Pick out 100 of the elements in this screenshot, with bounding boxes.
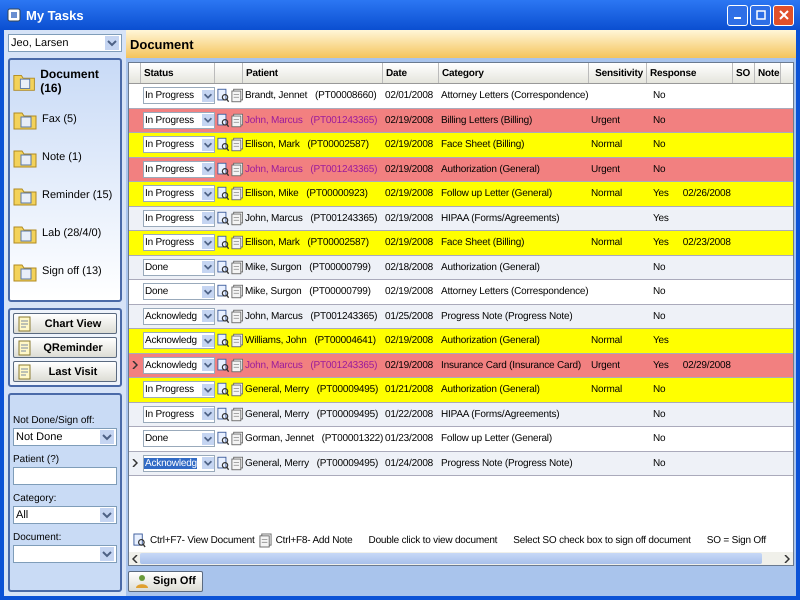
column-header[interactable]: Date [383,63,439,83]
scrollbar-thumb[interactable] [140,553,762,564]
maximize-button[interactable] [750,4,771,26]
note-icon[interactable] [230,308,243,324]
table-row[interactable]: In Progress Ellison, Mark (PT00002587) 02/19/2008 Face Sheet (Billing) Normal No [129,133,793,158]
status-dropdown[interactable]: In Progress [143,234,215,252]
table-cell-text: John, Marcus (PT001243365) [244,358,378,373]
note-icon[interactable] [230,260,243,275]
nav-item[interactable]: Document (16) [12,64,118,98]
table-row[interactable]: In Progress Brandt, Jennet (PT00008660) 02/01/2008 Attorney Letters (Correspondence) No [129,84,793,108]
view-document-icon[interactable] [217,308,230,324]
minimize-button[interactable] [727,4,748,26]
filter-dropdown[interactable]: Not Done [13,428,117,446]
column-header[interactable]: Response [647,63,733,83]
note-icon[interactable] [230,235,243,250]
input-field[interactable] [13,467,117,485]
column-header[interactable]: Note [755,63,781,83]
table-row[interactable]: In Progress Ellison, Mike (PT00000923) 02/19/2008 Follow up Letter (General) Normal Yes 02/26/2008 [129,182,793,206]
user-dropdown[interactable]: Jeo, Larsen [8,34,122,52]
view-document-icon[interactable] [217,333,230,348]
status-dropdown[interactable]: In Progress [143,185,215,202]
sidebar-button[interactable]: Last Visit [13,361,117,382]
note-icon[interactable] [230,382,243,398]
view-document-icon[interactable] [217,456,230,471]
caret-icon [202,162,214,176]
nav-item[interactable]: Lab (28/4/0) [12,216,118,250]
view-document-icon[interactable] [217,210,230,226]
horizontal-scrollbar[interactable] [129,552,793,565]
view-document-icon[interactable] [217,431,230,446]
view-document-icon[interactable] [217,162,230,177]
table-row[interactable]: Acknowledg John, Marcus (PT001243365) 02/19/2008 Insurance Card (Insurance Card) Urgent Yes 02/29/2008 [129,354,793,378]
note-icon[interactable] [230,431,243,446]
table-row[interactable]: Acknowledg General, Merry (PT00009495) 01/24/2008 Progress Note (Progress Note) No [129,452,793,476]
note-icon[interactable] [230,333,243,348]
column-header[interactable]: Status [141,63,215,83]
status-dropdown[interactable]: Done [143,283,215,300]
nav-item[interactable]: Reminder (15) [12,178,118,212]
status-dropdown[interactable]: Acknowledg [143,308,215,325]
table-row[interactable]: Acknowledg John, Marcus (PT001243365) 01/25/2008 Progress Note (Progress Note) No [129,304,793,329]
view-document-icon[interactable] [217,382,230,398]
table-cell-text: Brandt, Jennet (PT00008660) [244,89,378,104]
nav-item[interactable]: Note (1) [12,140,118,174]
status-dropdown[interactable]: Done [143,430,215,448]
column-header[interactable]: SO [733,63,755,83]
close-button[interactable] [773,4,794,26]
note-icon[interactable] [230,284,243,300]
caret-icon [202,432,214,446]
status-dropdown[interactable]: Acknowledg [143,454,215,472]
note-icon[interactable] [230,112,243,128]
table-row[interactable]: In Progress John, Marcus (PT001243365) 02/19/2008 Authorization (General) Urgent No [129,158,793,182]
status-dropdown[interactable]: In Progress [143,112,215,129]
status-dropdown[interactable]: In Progress [143,136,215,154]
table-row[interactable]: Acknowledg Williams, John (PT00004641) 02/19/2008 Authorization (General) Normal Yes [129,329,793,354]
note-icon[interactable] [230,456,243,471]
column-header[interactable]: Category [439,63,589,83]
note-icon[interactable] [230,162,243,177]
view-document-icon[interactable] [217,406,230,422]
status-dropdown[interactable]: In Progress [143,381,215,398]
table-row[interactable]: In Progress General, Merry (PT00009495) 01/22/2008 HIPAA (Forms/Agreements) No [129,402,793,427]
view-document-icon[interactable] [217,137,230,152]
nav-item[interactable]: Sign off (13) [12,254,118,288]
status-dropdown[interactable]: Acknowledg [143,356,215,374]
view-document-icon[interactable] [217,88,230,104]
note-icon[interactable] [230,210,243,226]
view-document-icon[interactable] [217,260,230,275]
column-header[interactable]: Sensitivity [589,63,647,83]
status-dropdown[interactable]: Acknowledg [143,332,215,350]
sign-off-button[interactable]: Sign Off [128,570,203,592]
note-icon[interactable] [230,137,243,152]
status-dropdown[interactable]: In Progress [143,406,215,423]
legend-text: SO = Sign Off [706,535,766,546]
view-document-icon[interactable] [217,358,230,373]
table-row[interactable]: Done Gorman, Jennet (PT00001322) 01/23/2008 Follow up Letter (General) No [129,427,793,452]
sidebar-button[interactable]: Chart View [13,313,117,334]
table-row[interactable]: In Progress General, Merry (PT00009495) 01/21/2008 Authorization (General) Normal No [129,378,793,402]
note-icon[interactable] [230,406,243,422]
table-row[interactable]: In Progress John, Marcus (PT001243365) 02/19/2008 Billing Letters (Billing) Urgent No [129,108,793,133]
status-dropdown[interactable]: Done [143,258,215,276]
table-row[interactable]: Done Mike, Surgon (PT00000799) 02/19/2008 Attorney Letters (Correspondence) No [129,280,793,304]
table-row[interactable]: Done Mike, Surgon (PT00000799) 02/18/2008 Authorization (General) No [129,256,793,280]
filter-dropdown[interactable]: All [13,506,117,524]
view-document-icon[interactable] [217,235,230,250]
view-document-icon[interactable] [217,112,230,128]
sidebar-button[interactable]: QReminder [13,337,117,358]
note-icon[interactable] [230,186,243,202]
table-row[interactable]: In Progress John, Marcus (PT001243365) 02/19/2008 HIPAA (Forms/Agreements) Yes [129,206,793,231]
status-dropdown[interactable]: In Progress [143,87,215,104]
status-dropdown[interactable]: In Progress [143,210,215,227]
nav-item[interactable]: Fax (5) [12,102,118,136]
column-header[interactable]: Patient [243,63,383,83]
table-cell-text: Authorization (General) [440,383,541,398]
status-dropdown[interactable]: In Progress [143,160,215,178]
table-row[interactable]: In Progress Ellison, Mark (PT00002587) 02/19/2008 Face Sheet (Billing) Normal Yes 02/23/2008 [129,231,793,256]
note-icon[interactable] [230,358,243,373]
note-icon[interactable] [230,88,243,104]
legend-text: Select SO check box to sign off document [513,535,691,546]
view-document-icon[interactable] [217,284,230,300]
view-document-icon[interactable] [217,186,230,202]
filter-dropdown[interactable] [13,545,117,563]
caret-icon [202,284,214,299]
